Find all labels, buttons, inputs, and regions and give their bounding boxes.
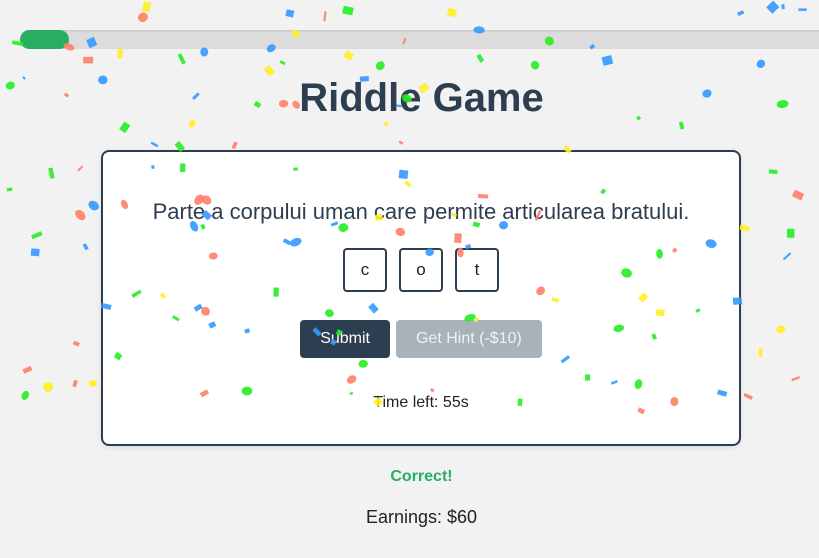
riddle-card: Parte a corpului uman care permite artic… bbox=[101, 150, 741, 446]
confetti-piece bbox=[142, 1, 152, 13]
confetti-piece bbox=[776, 325, 786, 334]
timer-text: Time left: 55s bbox=[373, 394, 469, 411]
riddle-question: Parte a corpului uman care permite artic… bbox=[152, 199, 690, 224]
confetti-piece bbox=[6, 187, 13, 192]
confetti-piece bbox=[791, 376, 801, 382]
confetti-piece bbox=[342, 5, 354, 16]
confetti-piece bbox=[285, 9, 295, 18]
submit-button[interactable]: Submit bbox=[300, 320, 390, 358]
confetti-piece bbox=[83, 56, 94, 64]
progress-bar bbox=[20, 30, 819, 49]
confetti-piece bbox=[22, 365, 33, 374]
confetti-piece bbox=[786, 228, 795, 238]
confetti-piece bbox=[398, 140, 404, 145]
confetti-piece bbox=[678, 121, 685, 130]
confetti-piece bbox=[43, 382, 53, 392]
progress-fill bbox=[20, 30, 69, 49]
earnings-text: Earnings: $60 bbox=[365, 507, 478, 527]
confetti-piece bbox=[77, 165, 84, 172]
confetti-piece bbox=[343, 50, 355, 61]
confetti-piece bbox=[75, 209, 86, 221]
confetti-piece bbox=[782, 252, 792, 261]
confetti-piece bbox=[150, 141, 159, 148]
confetti-piece bbox=[323, 11, 327, 22]
confetti-piece bbox=[737, 10, 745, 17]
letter-box-1[interactable]: c bbox=[343, 248, 387, 292]
confetti-piece bbox=[72, 379, 78, 388]
confetti-piece bbox=[530, 60, 540, 70]
confetti-piece bbox=[31, 231, 43, 240]
confetti-piece bbox=[781, 4, 785, 10]
confetti-piece bbox=[88, 200, 99, 211]
letter-box-2[interactable]: o bbox=[399, 248, 443, 292]
confetti-piece bbox=[756, 59, 766, 69]
confetti-piece bbox=[30, 248, 40, 257]
get-hint-button[interactable]: Get Hint (-$10) bbox=[395, 320, 542, 358]
confetti-piece bbox=[476, 53, 485, 63]
confetti-piece bbox=[82, 243, 89, 251]
confetti-piece bbox=[48, 167, 55, 179]
confetti-piece bbox=[768, 169, 778, 175]
confetti-piece bbox=[119, 121, 131, 134]
letter-inputs: c o t bbox=[103, 248, 739, 292]
confetti-piece bbox=[116, 48, 124, 59]
confetti-piece bbox=[791, 189, 805, 201]
page-title: Riddle Game bbox=[299, 76, 544, 120]
action-buttons: Submit Get Hint (-$10) bbox=[103, 320, 739, 358]
confetti-piece bbox=[743, 392, 753, 400]
confetti-piece bbox=[231, 141, 238, 150]
confetti-piece bbox=[758, 347, 763, 358]
confetti-piece bbox=[446, 7, 458, 18]
confetti-piece bbox=[279, 60, 286, 66]
letter-box-3[interactable]: t bbox=[455, 248, 499, 292]
confetti-piece bbox=[766, 0, 780, 14]
confetti-piece bbox=[88, 379, 98, 387]
confetti-piece bbox=[383, 121, 389, 127]
confetti-piece bbox=[601, 54, 614, 66]
confetti-piece bbox=[177, 53, 186, 65]
confetti-piece bbox=[263, 64, 276, 77]
confetti-piece bbox=[137, 12, 148, 23]
confetti-piece bbox=[21, 390, 29, 400]
confetti-piece bbox=[798, 8, 807, 11]
feedback-message: Correct! bbox=[390, 468, 453, 485]
confetti-piece bbox=[72, 340, 80, 347]
confetti-piece bbox=[375, 61, 385, 71]
